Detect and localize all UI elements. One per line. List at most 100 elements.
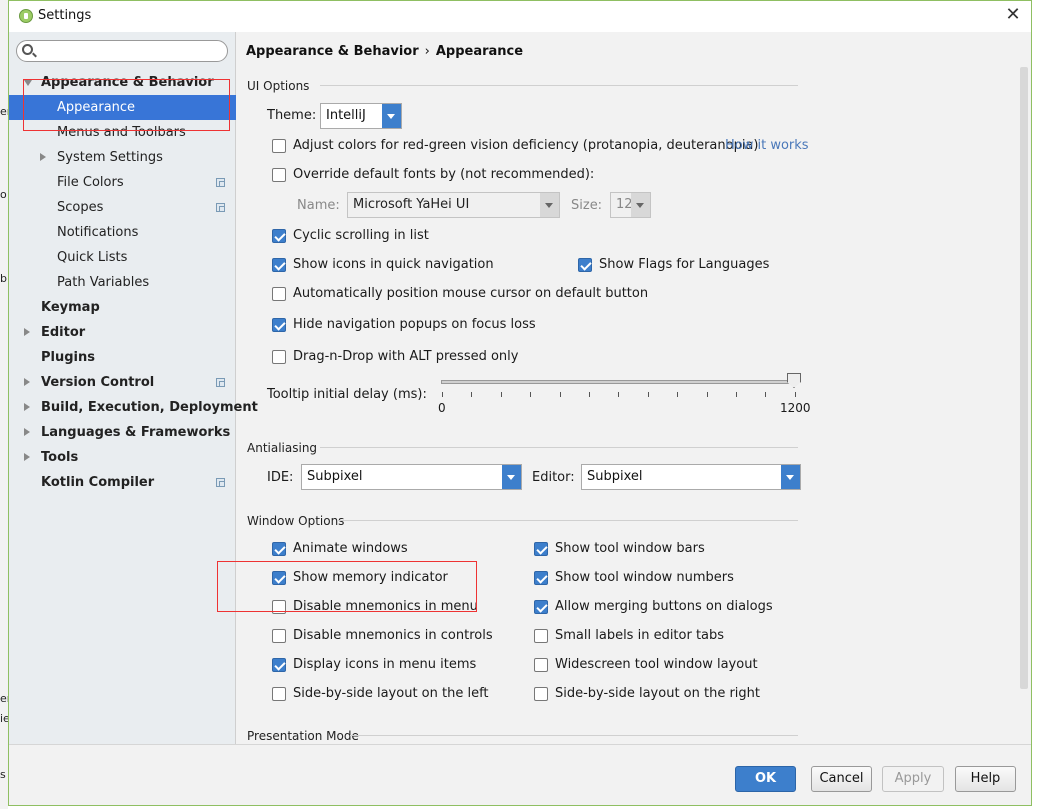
chevron-down-icon[interactable] <box>540 193 559 217</box>
slider-tick <box>559 392 561 397</box>
ok-button[interactable]: OK <box>735 766 796 792</box>
apply-button[interactable]: Apply <box>882 766 944 792</box>
ide-antialiasing-value: Subpixel <box>307 469 363 484</box>
sidebar-item-system-settings[interactable]: System Settings <box>9 145 236 170</box>
sidebar-item-editor[interactable]: Editor <box>9 320 236 345</box>
override-fonts-label: Override default fonts by (not recommend… <box>293 167 595 182</box>
help-button[interactable]: Help <box>955 766 1016 792</box>
sidebar-item-appearance-behavior[interactable]: Appearance & Behavior <box>9 70 236 95</box>
hide-nav-popups-checkbox[interactable] <box>272 318 286 332</box>
chevron-right-icon[interactable] <box>24 328 30 336</box>
slider-tick <box>765 392 767 397</box>
close-icon[interactable]: ✕ <box>1003 5 1023 25</box>
sidebar-item-tools[interactable]: Tools <box>9 445 236 470</box>
sidebar-item-kotlin-compiler[interactable]: Kotlin Compiler <box>9 470 236 495</box>
sidebar-item-label: Version Control <box>41 375 155 390</box>
show-icons-quick-nav-checkbox[interactable] <box>272 258 286 272</box>
chevron-right-icon[interactable] <box>24 428 30 436</box>
sidebar-item-label: Scopes <box>57 200 104 215</box>
sidebar-item-menus-toolbars[interactable]: Menus and Toolbars <box>9 120 236 145</box>
project-settings-icon <box>216 378 225 387</box>
sidebar-item-file-colors[interactable]: File Colors <box>9 170 236 195</box>
background-text-fragment: er <box>0 692 8 705</box>
section-title-ui-options: UI Options <box>247 79 310 93</box>
auto-position-mouse-checkbox[interactable] <box>272 287 286 301</box>
search-icon <box>22 44 33 55</box>
chevron-right-icon[interactable] <box>24 453 30 461</box>
disable-mnemonics-controls-checkbox[interactable] <box>272 629 286 643</box>
section-title-presentation-mode: Presentation Mode <box>247 729 359 743</box>
breadcrumb-parent: Appearance & Behavior <box>246 44 419 59</box>
cancel-button[interactable]: Cancel <box>811 766 872 792</box>
sidebar-item-quick-lists[interactable]: Quick Lists <box>9 245 236 270</box>
sidebar-item-scopes[interactable]: Scopes <box>9 195 236 220</box>
adjust-colors-checkbox[interactable] <box>272 139 286 153</box>
tooltip-delay-slider[interactable] <box>441 380 794 384</box>
chevron-right-icon[interactable] <box>24 403 30 411</box>
slider-tick <box>530 392 532 397</box>
override-fonts-checkbox[interactable] <box>272 168 286 182</box>
widescreen-layout-checkbox[interactable] <box>534 658 548 672</box>
show-tool-window-numbers-checkbox[interactable] <box>534 571 548 585</box>
theme-select[interactable]: IntelliJ <box>320 103 402 129</box>
editor-antialiasing-select[interactable]: Subpixel <box>581 464 801 490</box>
side-by-side-right-checkbox[interactable] <box>534 687 548 701</box>
chevron-down-icon[interactable] <box>781 465 800 489</box>
sidebar-item-notifications[interactable]: Notifications <box>9 220 236 245</box>
chevron-right-icon[interactable] <box>40 153 46 161</box>
font-size-select[interactable]: 12 <box>610 192 651 218</box>
allow-merging-buttons-checkbox[interactable] <box>534 600 548 614</box>
sidebar-item-languages-frameworks[interactable]: Languages & Frameworks <box>9 420 236 445</box>
sidebar-item-path-variables[interactable]: Path Variables <box>9 270 236 295</box>
show-flags-checkbox[interactable] <box>578 258 592 272</box>
allow-merging-buttons-label: Allow merging buttons on dialogs <box>555 599 773 614</box>
chevron-right-icon[interactable] <box>24 378 30 386</box>
background-text-fragment: ie <box>0 712 8 725</box>
chevron-down-icon[interactable] <box>382 104 401 128</box>
side-by-side-right-label: Side-by-side layout on the right <box>555 686 761 701</box>
section-title-window-options: Window Options <box>247 514 345 528</box>
hide-nav-popups-label: Hide navigation popups on focus loss <box>293 317 536 332</box>
slider-tick <box>677 392 679 397</box>
background-window-edge <box>0 0 8 809</box>
breadcrumb-separator: › <box>424 44 430 59</box>
editor-antialiasing-label: Editor: <box>532 470 575 485</box>
how-it-works-link[interactable]: How it works <box>725 138 809 153</box>
animate-windows-checkbox[interactable] <box>272 542 286 556</box>
sidebar-item-label: System Settings <box>57 150 163 165</box>
sidebar-item-label: Keymap <box>41 300 100 315</box>
show-tool-window-bars-checkbox[interactable] <box>534 542 548 556</box>
show-tool-window-numbers-label: Show tool window numbers <box>555 570 734 585</box>
cyclic-scrolling-checkbox[interactable] <box>272 229 286 243</box>
slider-thumb[interactable] <box>787 373 801 388</box>
small-labels-tabs-checkbox[interactable] <box>534 629 548 643</box>
sidebar-item-keymap[interactable]: Keymap <box>9 295 236 320</box>
slider-tick <box>706 392 708 397</box>
show-memory-indicator-checkbox[interactable] <box>272 571 286 585</box>
tooltip-min-label: 0 <box>438 401 446 415</box>
section-divider <box>338 520 798 521</box>
settings-search-field[interactable] <box>16 40 228 62</box>
drag-n-drop-alt-checkbox[interactable] <box>272 350 286 364</box>
chevron-down-icon[interactable] <box>502 465 521 489</box>
widescreen-layout-label: Widescreen tool window layout <box>555 657 758 672</box>
sidebar-item-plugins[interactable]: Plugins <box>9 345 236 370</box>
disable-mnemonics-menu-checkbox[interactable] <box>272 600 286 614</box>
section-divider <box>350 735 798 736</box>
chevron-down-icon[interactable] <box>631 193 650 217</box>
sidebar-item-version-control[interactable]: Version Control <box>9 370 236 395</box>
side-by-side-left-checkbox[interactable] <box>272 687 286 701</box>
vertical-scrollbar[interactable] <box>1020 67 1028 689</box>
sidebar-item-label: Appearance & Behavior <box>41 75 214 90</box>
animate-windows-label: Animate windows <box>293 541 408 556</box>
chevron-down-icon[interactable] <box>24 80 32 86</box>
search-input[interactable] <box>37 43 223 59</box>
android-studio-app-icon <box>19 9 33 23</box>
display-icons-menu-checkbox[interactable] <box>272 658 286 672</box>
display-icons-menu-label: Display icons in menu items <box>293 657 477 672</box>
sidebar-item-build-execution-deployment[interactable]: Build, Execution, Deployment <box>9 395 258 420</box>
ide-antialiasing-select[interactable]: Subpixel <box>301 464 522 490</box>
sidebar-item-label: Plugins <box>41 350 95 365</box>
font-name-select[interactable]: Microsoft YaHei UI <box>347 192 560 218</box>
sidebar-item-appearance[interactable]: Appearance <box>9 95 236 120</box>
